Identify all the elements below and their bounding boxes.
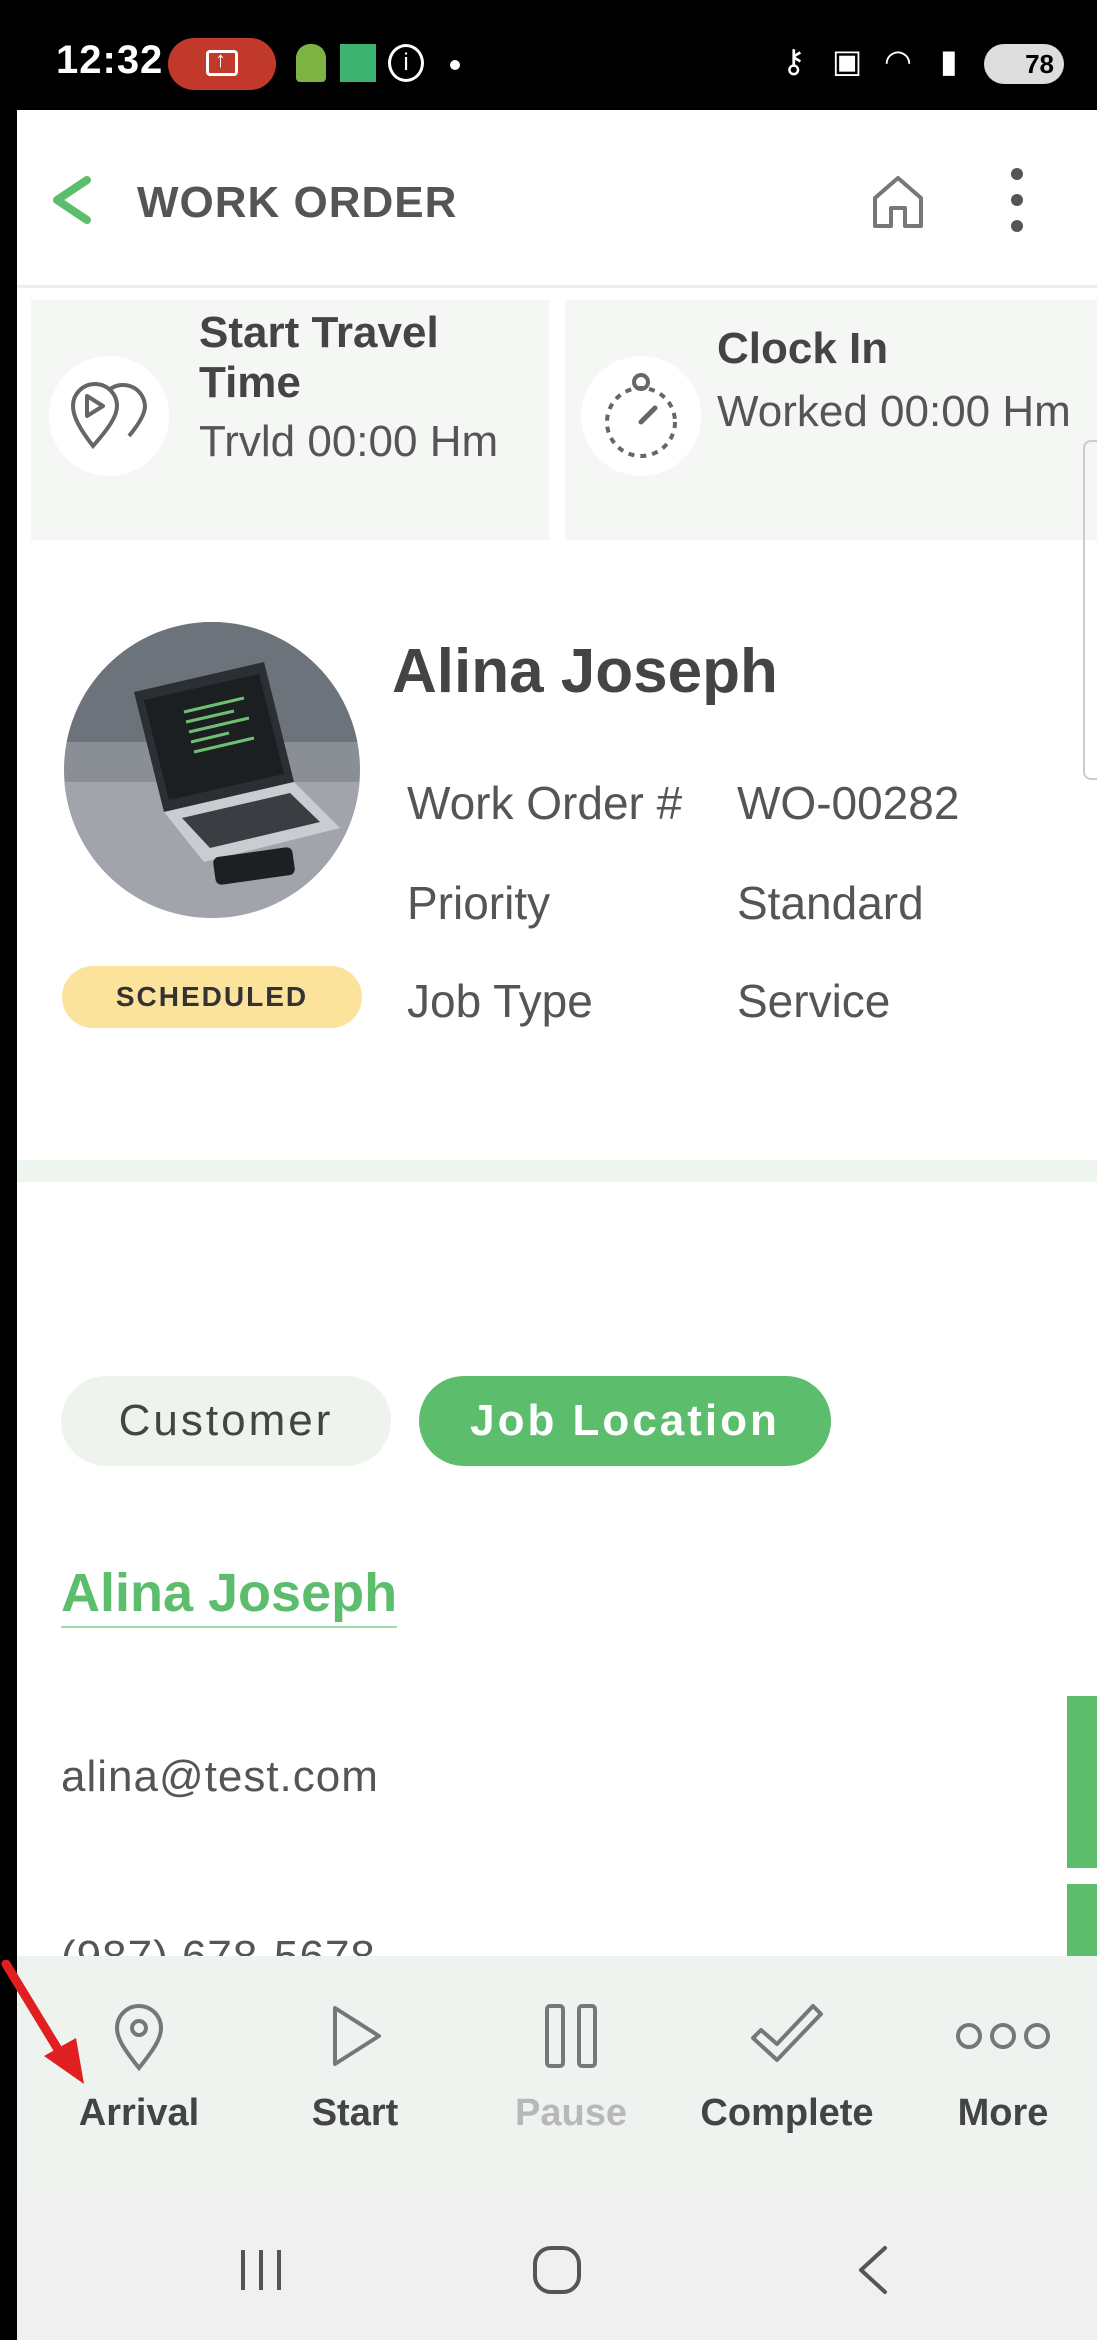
screen-record-indicator	[168, 38, 276, 90]
android-icon	[296, 44, 326, 82]
status-time: 12:32	[56, 38, 164, 82]
phone-action-handle[interactable]	[1067, 1884, 1097, 1964]
battery-indicator: 78	[984, 44, 1064, 84]
home-nav-icon[interactable]	[527, 2240, 587, 2300]
arrival-label: Arrival	[78, 2092, 200, 2134]
cast-icon: ▣	[832, 43, 863, 79]
info-icon: i	[388, 44, 424, 82]
start-button[interactable]: Start	[255, 1956, 455, 2196]
app-header: WORK ORDER	[17, 110, 1097, 288]
chevron-left-icon	[53, 176, 91, 224]
section-divider	[17, 1160, 1097, 1182]
more-label: More	[957, 2092, 1049, 2134]
tab-job-location[interactable]: Job Location	[419, 1376, 831, 1466]
vpn-key-icon: ⚷	[782, 43, 806, 79]
home-button[interactable]	[867, 170, 929, 232]
action-bar: Arrival Start Pause Complete More	[17, 1956, 1097, 2196]
more-button[interactable]: More	[903, 1956, 1097, 2196]
tab-customer[interactable]: Customer	[61, 1376, 391, 1466]
clock-in-title: Clock In	[717, 324, 889, 373]
complete-button[interactable]: Complete	[687, 1956, 887, 2196]
job-type-value: Service	[737, 975, 891, 1027]
status-badge: SCHEDULED	[62, 966, 362, 1028]
home-icon	[873, 176, 923, 228]
worked-time-value: Worked 00:00 Hm	[717, 387, 1071, 436]
travel-time-value: Trvld 00:00 Hm	[199, 417, 499, 466]
screen-record-icon	[206, 47, 238, 76]
annotation-arrow-icon	[1, 1960, 84, 2084]
page-title: WORK ORDER	[137, 178, 458, 227]
check-icon	[751, 2004, 823, 2062]
app-notification-icon	[340, 44, 376, 82]
scrollbar[interactable]	[1083, 440, 1097, 780]
recent-apps-icon[interactable]	[231, 2240, 291, 2300]
system-nav-bar	[17, 2196, 1097, 2340]
contact-email[interactable]: alina@test.com	[61, 1752, 379, 1802]
more-horizontal-icon	[956, 2023, 1050, 2049]
status-bar: 12:32 i ⚷ ▣ ◠ ▮ 78	[0, 0, 1097, 110]
priority-value: Standard	[737, 877, 924, 929]
map-pin-icon	[114, 2004, 164, 2072]
app-screen: WORK ORDER Start Travel Time Trvld 00:00…	[17, 110, 1097, 2196]
email-action-handle[interactable]	[1067, 1696, 1097, 1868]
work-order-value: WO-00282	[737, 777, 960, 829]
pause-label: Pause	[515, 2092, 627, 2134]
back-nav-icon[interactable]	[843, 2240, 903, 2300]
complete-label: Complete	[700, 2092, 874, 2134]
customer-name-heading: Alina Joseph	[392, 637, 778, 706]
job-type-label: Job Type	[407, 975, 593, 1027]
start-label: Start	[311, 2092, 399, 2134]
priority-label: Priority	[407, 877, 551, 929]
wifi-icon: ◠	[884, 43, 912, 79]
more-vertical-icon	[1011, 168, 1023, 180]
location-play-icon	[49, 356, 169, 476]
pause-icon	[545, 2004, 597, 2068]
pause-button[interactable]: Pause	[471, 1956, 671, 2196]
play-icon	[333, 2006, 381, 2066]
back-button[interactable]	[45, 170, 95, 240]
avatar	[64, 622, 360, 918]
start-travel-title: Start Travel Time	[199, 308, 439, 407]
signal-icon: ▮	[940, 43, 958, 79]
work-order-label: Work Order #	[407, 777, 683, 829]
notification-dot-icon	[450, 60, 460, 70]
clock-in-card[interactable]: Clock In Worked 00:00 Hm	[565, 300, 1097, 540]
overflow-menu-button[interactable]	[1005, 168, 1029, 238]
stopwatch-icon	[581, 356, 701, 476]
start-travel-card[interactable]: Start Travel Time Trvld 00:00 Hm	[31, 300, 549, 540]
contact-name-link[interactable]: Alina Joseph	[61, 1562, 398, 1628]
